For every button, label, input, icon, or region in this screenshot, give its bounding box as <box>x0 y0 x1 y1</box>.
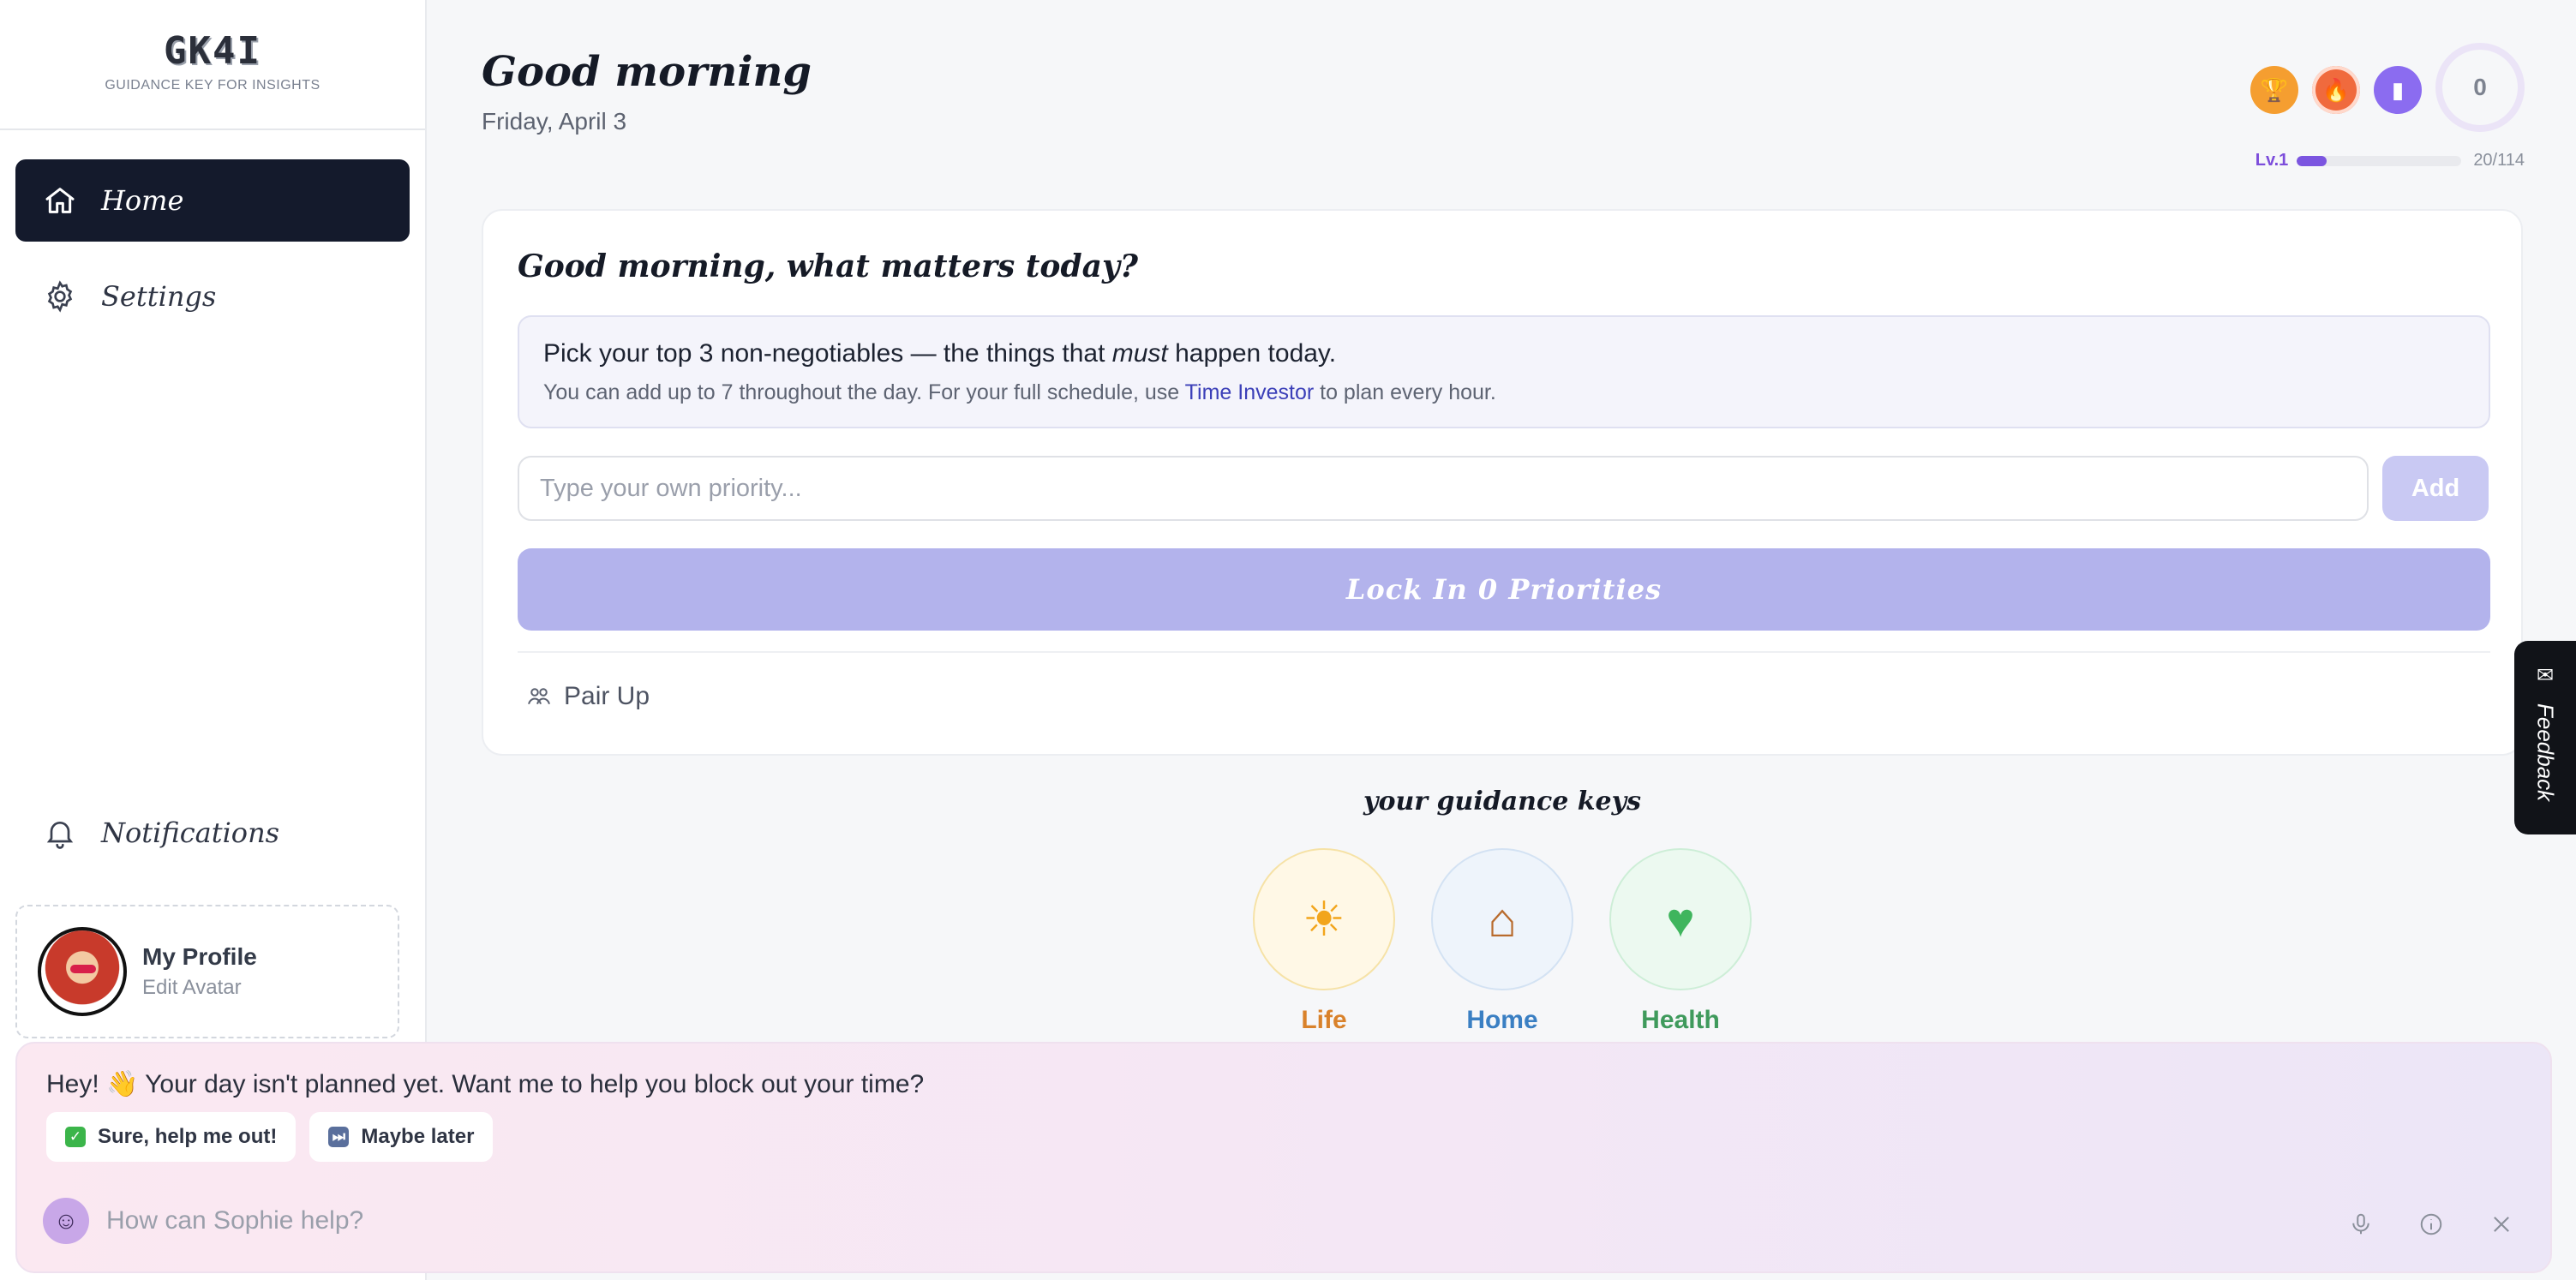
feedback-tab[interactable]: ✉ Feedback <box>2514 641 2576 834</box>
brand-logo[interactable]: GK4I <box>0 29 425 73</box>
page-title: Good morning <box>482 48 812 96</box>
key-home[interactable]: ⌂ Home <box>1431 848 1573 1035</box>
info-box: Pick your top 3 non-negotiables — the th… <box>518 315 2490 428</box>
trophy-icon[interactable]: 🏆 <box>2250 66 2298 114</box>
feedback-icon: ✉ <box>2536 664 2555 687</box>
flame-icon[interactable]: 🔥 <box>2312 66 2360 114</box>
info-headline: Pick your top 3 non-negotiables — the th… <box>543 339 2465 368</box>
sure-help-button[interactable]: ✓ Sure, help me out! <box>46 1112 297 1162</box>
profile-name: My Profile <box>142 943 257 970</box>
close-icon[interactable] <box>2482 1205 2521 1244</box>
sun-icon: ☀ <box>1253 848 1395 990</box>
house-icon: ⌂ <box>1431 848 1573 990</box>
info-text: Pick your top 3 non-negotiables — the th… <box>543 339 1112 368</box>
level-progress: Lv.1 20/114 <box>2255 151 2525 170</box>
bell-icon <box>43 816 77 850</box>
key-label: Life <box>1301 1006 1347 1034</box>
pair-up-button[interactable]: Pair Up <box>526 682 650 711</box>
progress-ring[interactable]: 0 <box>2435 43 2525 132</box>
assistant-message: Hey! 👋 Your day isn't planned yet. Want … <box>46 1070 925 1098</box>
checkmark-icon: ✓ <box>65 1127 86 1147</box>
gear-icon <box>43 279 77 314</box>
profile-card[interactable]: My Profile Edit Avatar <box>15 905 399 1038</box>
avatar <box>38 927 127 1016</box>
level-count: 20/114 <box>2473 151 2525 170</box>
time-investor-link[interactable]: Time Investor <box>1185 380 1315 404</box>
brand-subtitle: GUIDANCE KEY FOR INSIGHTS <box>105 78 321 93</box>
chip-label: Sure, help me out! <box>98 1125 278 1148</box>
add-button[interactable]: Add <box>2382 456 2489 521</box>
info-icon[interactable] <box>2411 1205 2451 1244</box>
card-title: Good morning, what matters today? <box>518 248 1138 284</box>
people-icon <box>528 688 550 704</box>
pair-up-label: Pair Up <box>564 682 650 710</box>
assistant-panel: Hey! 👋 Your day isn't planned yet. Want … <box>15 1042 2552 1273</box>
info-subtext: You can add up to 7 throughout the day. … <box>543 380 1185 404</box>
keys-title: your guidance keys <box>1363 787 1641 816</box>
info-subline: You can add up to 7 throughout the day. … <box>543 380 2465 405</box>
key-label: Health <box>1641 1006 1720 1034</box>
info-emphasis: must <box>1111 339 1168 368</box>
stats-bar: 🏆 🔥 ▮ 0 <box>2237 43 2525 132</box>
sidebar-item-settings[interactable]: Settings <box>15 255 410 338</box>
info-subtext: to plan every hour. <box>1314 380 1496 404</box>
assistant-chips: ✓ Sure, help me out! ⏭ Maybe later <box>46 1112 506 1162</box>
sidebar-item-label: Settings <box>101 280 217 313</box>
level-bar-fill <box>2297 155 2327 166</box>
sidebar-item-label: Notifications <box>101 816 280 849</box>
info-text: happen today. <box>1167 339 1337 368</box>
microphone-icon[interactable] <box>2341 1205 2381 1244</box>
brand-header: GK4I GUIDANCE KEY FOR INSIGHTS <box>0 0 425 130</box>
assistant-avatar: ☺ <box>43 1198 89 1244</box>
chip-label: Maybe later <box>361 1125 475 1148</box>
edit-avatar-link[interactable]: Edit Avatar <box>142 976 257 1000</box>
assistant-actions <box>2310 1205 2521 1244</box>
skip-forward-icon: ⏭ <box>328 1127 350 1147</box>
page-date: Friday, April 3 <box>482 108 627 135</box>
sidebar-nav: Home Settings <box>0 130 425 338</box>
maybe-later-button[interactable]: ⏭ Maybe later <box>309 1112 494 1162</box>
level-label: Lv.1 <box>2255 151 2289 170</box>
sidebar-item-home[interactable]: Home <box>15 159 410 242</box>
divider <box>518 651 2490 653</box>
level-bar <box>2297 155 2462 166</box>
lock-in-button[interactable]: Lock In 0 Priorities <box>518 548 2490 631</box>
home-icon <box>43 183 77 218</box>
green-heart-icon: ♥ <box>1609 848 1752 990</box>
key-health[interactable]: ♥ Health <box>1609 848 1752 1035</box>
key-label: Home <box>1466 1006 1538 1034</box>
feedback-label: Feedback <box>2532 703 2559 802</box>
priority-input[interactable]: Type your own priority... <box>518 456 2369 521</box>
assistant-input[interactable]: How can Sophie help? <box>106 1206 363 1235</box>
key-life[interactable]: ☀ Life <box>1253 848 1395 1035</box>
sidebar-item-label: Home <box>101 184 184 217</box>
bar-chart-icon[interactable]: ▮ <box>2374 66 2422 114</box>
priorities-card: Good morning, what matters today? Pick y… <box>482 209 2523 756</box>
guidance-keys: ☀ Life ⌂ Home ♥ Health <box>1253 848 1788 1035</box>
